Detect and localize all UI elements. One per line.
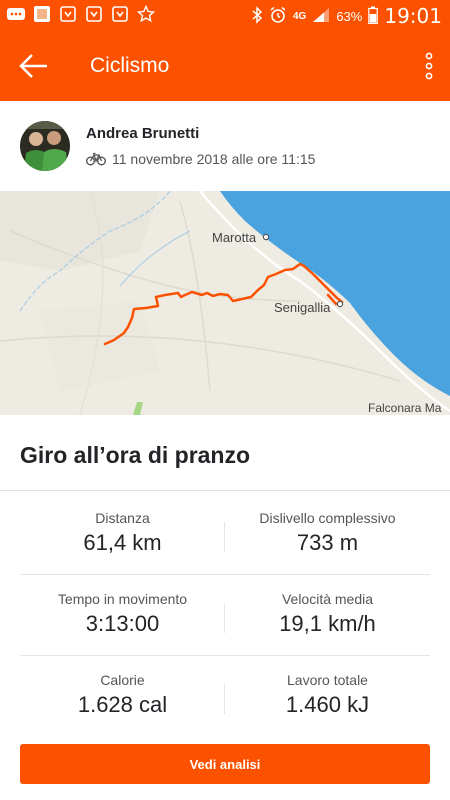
network-type: 4G [292, 10, 307, 22]
stat-moving-time: Tempo in movimento 3:13:00 [20, 575, 225, 637]
stat-elevation: Dislivello complessivo 733 m [225, 494, 430, 556]
place-dot-senigallia [336, 300, 344, 308]
arrow-left-icon [19, 54, 47, 78]
stat-value: 1.628 cal [77, 692, 168, 717]
signal-icon [312, 7, 330, 26]
stat-label: Distanza [95, 510, 150, 526]
battery-icon [368, 6, 379, 27]
more-vert-icon [425, 52, 433, 80]
place-dot-marotta [262, 233, 270, 241]
stats-grid: Distanza 61,4 km Dislivello complessivo … [20, 494, 430, 736]
stat-value: 61,4 km [83, 530, 162, 555]
page-title: Ciclismo [90, 54, 170, 77]
activity-title-section: Giro all’ora di pranzo [0, 415, 450, 491]
stats-row: Distanza 61,4 km Dislivello complessivo … [20, 494, 430, 575]
status-bar: 4G 63% 19:01 [0, 0, 450, 31]
stat-value: 3:13:00 [85, 611, 160, 636]
app-notification-icon [58, 4, 78, 24]
battery-level: 63% [336, 8, 363, 24]
activity-title: Giro all’ora di pranzo [20, 442, 251, 468]
athlete-name[interactable]: Andrea Brunetti [86, 125, 199, 142]
messages-icon [6, 4, 26, 24]
stat-avg-speed: Velocità media 19,1 km/h [225, 575, 430, 637]
gallery-icon [32, 4, 52, 24]
view-analysis-button[interactable]: Vedi analisi [20, 744, 430, 784]
stat-label: Tempo in movimento [57, 591, 188, 607]
place-label-marotta: Marotta [212, 230, 257, 245]
back-button[interactable] [18, 52, 50, 80]
stat-calories: Calorie 1.628 cal [20, 656, 225, 718]
app-bar: Ciclismo [0, 31, 450, 101]
place-label-senigallia: Senigallia [274, 300, 331, 315]
stat-value: 733 m [296, 530, 359, 555]
bluetooth-icon [251, 5, 263, 27]
stat-distance: Distanza 61,4 km [20, 494, 225, 556]
alarm-icon [269, 6, 287, 27]
stat-value: 19,1 km/h [279, 611, 376, 636]
notification-icons [6, 4, 156, 24]
activity-meta: 11 novembre 2018 alle ore 11:15 [86, 151, 315, 167]
route-map[interactable]: Marotta Senigallia Falconara Ma [0, 191, 450, 415]
place-label-falconara: Falconara Ma [368, 401, 442, 415]
stat-label: Calorie [100, 672, 145, 688]
stat-label: Velocità media [281, 591, 374, 607]
star-icon [136, 4, 156, 24]
app-notification-icon [84, 4, 104, 24]
stat-total-work: Lavoro totale 1.460 kJ [225, 656, 430, 718]
stats-row: Calorie 1.628 cal Lavoro totale 1.460 kJ [20, 656, 430, 736]
stat-label: Lavoro totale [287, 672, 368, 688]
activity-header: Andrea Brunetti 11 novembre 2018 alle or… [0, 101, 450, 191]
stats-row: Tempo in movimento 3:13:00 Velocità medi… [20, 575, 430, 656]
system-icons: 4G 63% 19:01 [251, 4, 442, 28]
stat-value: 1.460 kJ [285, 692, 370, 717]
bicycle-icon [86, 152, 106, 166]
app-notification-icon [110, 4, 130, 24]
more-options-button[interactable] [424, 51, 434, 81]
stat-label: Dislivello complessivo [259, 510, 396, 526]
activity-date: 11 novembre 2018 alle ore 11:15 [112, 151, 316, 167]
clock: 19:01 [384, 4, 442, 28]
avatar[interactable] [20, 121, 70, 171]
